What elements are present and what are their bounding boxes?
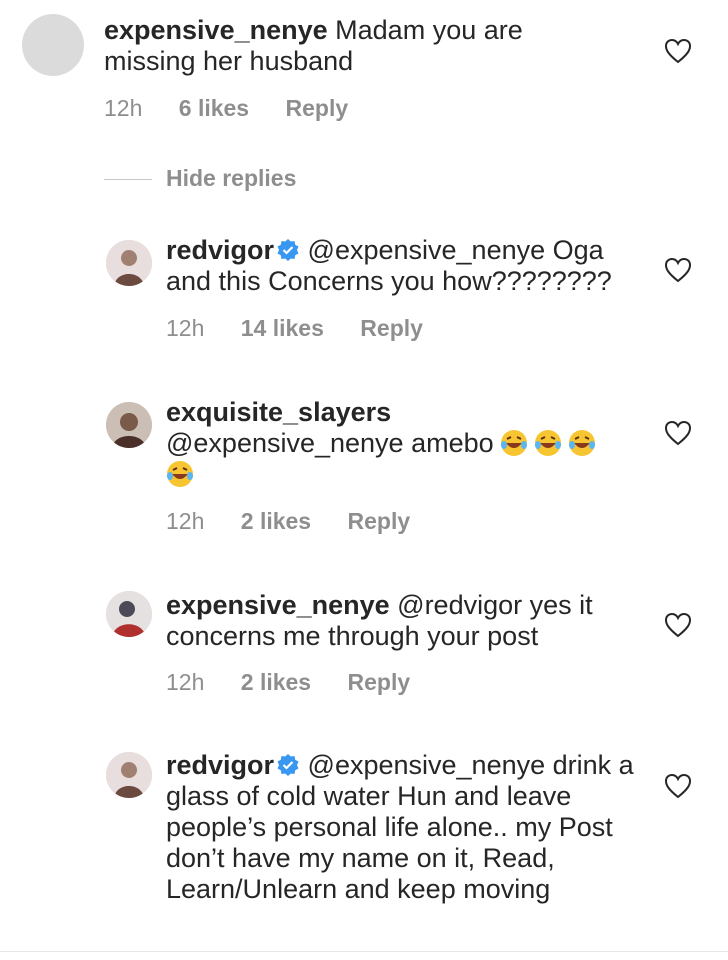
avatar[interactable] [106,591,152,637]
reply-time: 12h [166,508,205,534]
reply-meta: 12h 14 likes Reply [166,315,453,342]
reply-text: redvigor @expensive_nenye drink a glass … [166,750,636,905]
laughing-emoji-icon [500,430,527,456]
reply-meta: 12h 2 likes Reply [166,508,440,535]
reply-text: exquisite_slayers @expensive_nenye amebo [166,397,636,490]
like-heart-icon[interactable] [664,38,692,64]
avatar[interactable] [106,240,152,286]
reply-username[interactable]: redvigor [166,235,274,265]
reply-button[interactable]: Reply [348,669,411,695]
divider [0,951,728,952]
like-heart-icon[interactable] [664,612,692,638]
avatar[interactable] [22,14,84,76]
reply-likes[interactable]: 14 likes [241,315,324,341]
reply-time: 12h [166,669,205,695]
reply-username[interactable]: redvigor [166,750,274,780]
like-heart-icon[interactable] [664,420,692,446]
like-heart-icon[interactable] [664,773,692,799]
reply-text: expensive_nenye @redvigor yes it concern… [166,590,636,652]
reply-body: @expensive_nenye amebo [166,428,494,458]
divider [104,179,152,181]
reply-button[interactable]: Reply [286,95,349,121]
reply-username[interactable]: exquisite_slayers [166,397,391,427]
laughing-emoji-icon [534,430,561,456]
comment-text: expensive_nenye Madam you are missing he… [104,15,604,77]
reply-button[interactable]: Reply [348,508,411,534]
avatar[interactable] [106,402,152,448]
verified-badge-icon [277,754,299,776]
reply-text: redvigor @expensive_nenye Oga and this C… [166,235,636,297]
hide-replies-label: Hide replies [166,165,297,191]
like-heart-icon[interactable] [664,257,692,283]
reply-username[interactable]: expensive_nenye [166,590,390,620]
reply-meta: 12h 2 likes Reply [166,669,440,696]
reply-likes[interactable]: 2 likes [241,508,311,534]
laughing-emoji-icon [167,461,193,487]
hide-replies-button[interactable]: Hide replies [104,165,296,192]
reply-button[interactable]: Reply [360,315,423,341]
avatar[interactable] [106,752,152,798]
comment-time: 12h [104,95,143,121]
comment-likes[interactable]: 6 likes [179,95,249,121]
verified-badge-icon [277,239,299,261]
laughing-emoji-icon [568,430,595,456]
comment-meta: 12h 6 likes Reply [104,95,378,122]
comment-username[interactable]: expensive_nenye [104,15,328,45]
reply-time: 12h [166,315,205,341]
reply-likes[interactable]: 2 likes [241,669,311,695]
